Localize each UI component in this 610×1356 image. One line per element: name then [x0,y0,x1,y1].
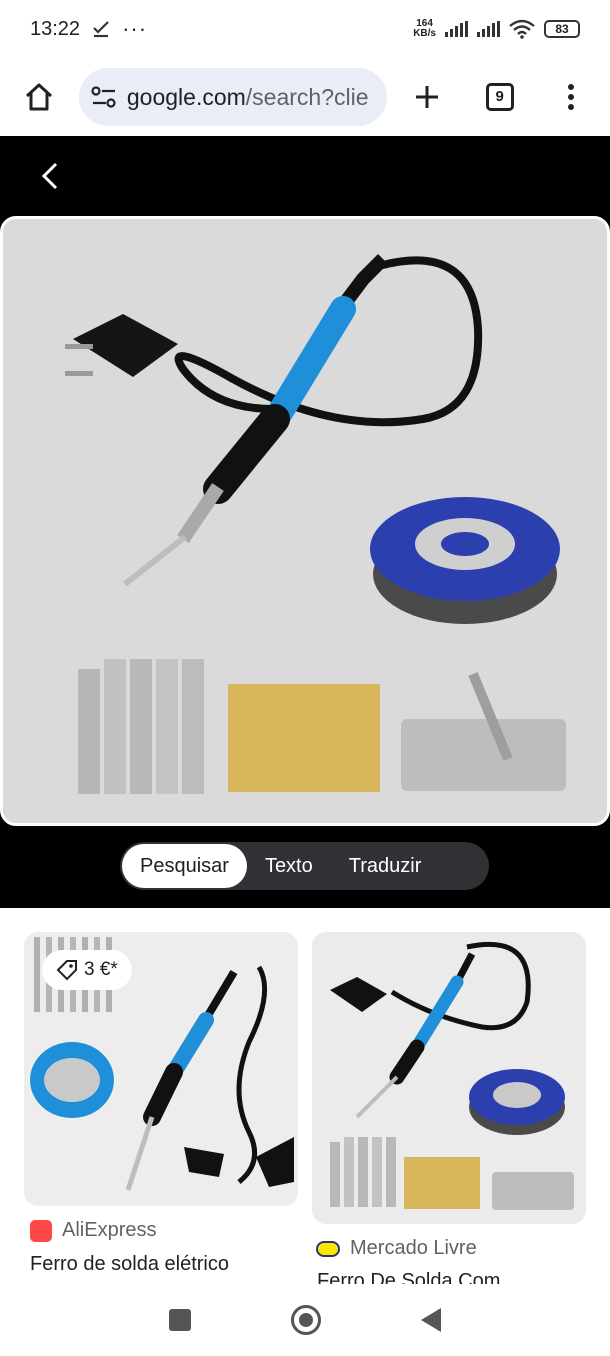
status-bar: 13:22 ··· 164 KB/s 83 [0,0,610,58]
selected-image[interactable] [0,216,610,826]
new-tab-button[interactable] [405,75,448,119]
price-value: 3 €* [84,959,118,980]
system-nav-bar [0,1284,610,1356]
result-card-mercadolivre[interactable] [312,932,586,1224]
tab-count: 9 [485,83,514,111]
plus-icon [415,86,438,108]
signal-icon [445,21,468,37]
home-button[interactable] [18,75,61,119]
result-source-2: Mercado Livre [316,1237,477,1260]
site-settings-icon [91,86,116,108]
price-badge: 3 €* [42,950,132,990]
browser-toolbar: google.com/search?clie 9 [0,58,610,136]
url-host: google.com [126,83,246,110]
url-path: /search?clie [245,83,369,110]
recents-button[interactable] [169,1309,191,1331]
more-notifications-icon: ··· [122,16,148,41]
result-card-aliexpress[interactable]: 3 €* [24,932,298,1206]
address-bar[interactable]: google.com/search?clie [78,68,388,126]
result-title-1[interactable]: Ferro de solda elétrico [30,1253,229,1276]
download-check-icon [93,21,109,38]
image-viewer: Pesquisar Texto Traduzir [0,136,610,908]
mercadolivre-logo-icon [316,1240,340,1257]
tab-texto[interactable]: Texto [247,844,331,888]
soldering-kit-image [3,219,607,823]
result-title-2[interactable]: Ferro De Solda Com [317,1270,500,1284]
wifi-icon [509,19,535,39]
tab-pesquisar[interactable]: Pesquisar [122,844,247,888]
result-image-2 [312,932,586,1224]
result-source-1: AliExpress [30,1219,156,1242]
lens-mode-tabs: Pesquisar Texto Traduzir [120,842,489,890]
more-vert-icon [567,84,574,110]
source-name: Mercado Livre [350,1237,477,1259]
back-button[interactable] [30,156,70,196]
home-icon [26,83,53,111]
aliexpress-logo-icon [30,1219,52,1242]
network-speed: 164 KB/s [413,18,436,39]
home-nav-dot [299,1313,313,1327]
source-name: AliExpress [62,1219,157,1241]
chevron-left-icon [41,162,58,190]
battery-indicator: 83 [544,20,580,38]
tab-switcher-button[interactable]: 9 [478,75,521,119]
price-tag-icon [56,960,77,981]
signal-icon-2 [477,21,500,37]
menu-button[interactable] [549,75,592,119]
tab-traduzir[interactable]: Traduzir [331,844,440,888]
clock: 13:22 [30,17,81,40]
home-nav-button[interactable] [291,1305,321,1335]
back-nav-button[interactable] [421,1308,441,1332]
